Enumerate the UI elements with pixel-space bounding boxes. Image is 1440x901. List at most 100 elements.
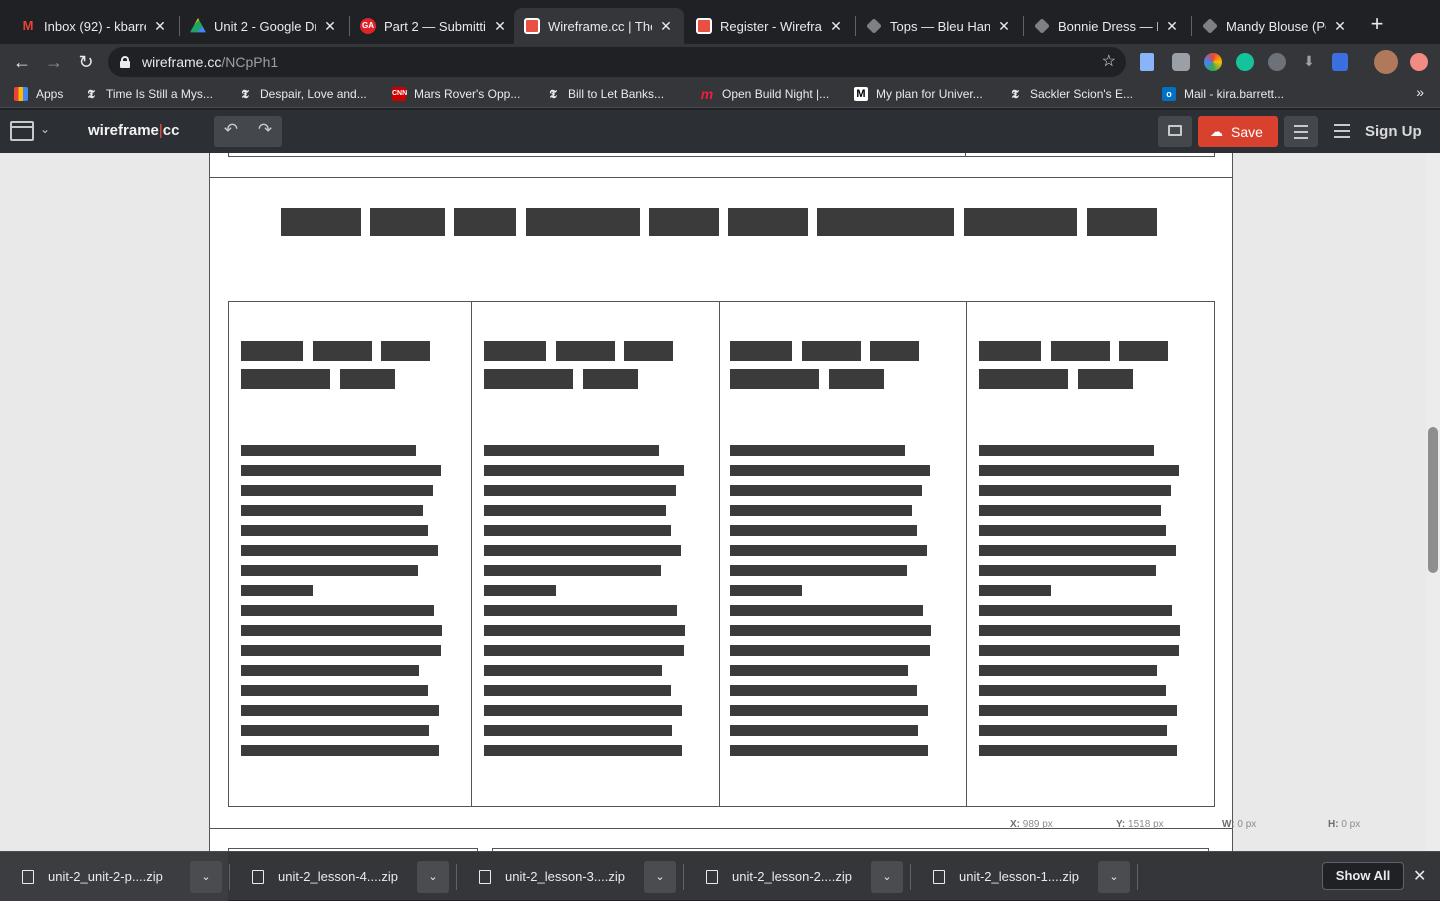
chevron-down-icon[interactable]: ⌄ xyxy=(644,861,676,893)
nav-block[interactable] xyxy=(370,208,445,236)
text-line xyxy=(484,625,685,636)
bookmark-label: Open Build Night |... xyxy=(722,87,830,101)
bookmark-apps[interactable]: Apps xyxy=(14,85,63,103)
redo-icon[interactable]: ↷ xyxy=(250,120,280,140)
text-line xyxy=(730,545,927,556)
tab-gmail[interactable]: M Inbox (92) - kbarre ✕ xyxy=(10,8,178,44)
close-tab-icon[interactable]: ✕ xyxy=(658,18,674,35)
tab-mandy-blouse[interactable]: Mandy Blouse (Pe ✕ xyxy=(1192,8,1358,44)
update-icon[interactable] xyxy=(1410,53,1428,71)
wireframe-app-header: ⌄ wireframe|cc ↶ ↷ ☁ Save Sign Up xyxy=(0,110,1440,153)
nyt-icon: 𝕿 xyxy=(1011,87,1019,101)
text-line xyxy=(979,465,1179,476)
color-picker-extension-icon[interactable] xyxy=(1204,53,1222,71)
close-icon[interactable]: ✕ xyxy=(1413,866,1426,886)
heading-block xyxy=(730,369,819,389)
bookmark-item[interactable]: 𝕿 Bill to Let Banks... xyxy=(546,85,664,103)
nav-block[interactable] xyxy=(964,208,1077,236)
wireframe-page[interactable] xyxy=(209,153,1233,851)
tab-tops[interactable]: Tops — Bleu Hang ✕ xyxy=(856,8,1022,44)
bookmark-item[interactable]: m Open Build Night |... xyxy=(700,85,829,103)
nav-block[interactable] xyxy=(1087,208,1157,236)
download-item[interactable]: unit-2_lesson-2....zip ⌄ xyxy=(684,852,910,901)
bookmark-item[interactable]: 𝕿 Time Is Still a Mys... xyxy=(84,85,213,103)
close-tab-icon[interactable]: ✕ xyxy=(996,18,1012,35)
nav-block[interactable] xyxy=(281,208,361,236)
tab-title: Part 2 — Submittin xyxy=(384,18,486,34)
browser-window-icon[interactable] xyxy=(10,121,34,141)
reload-button[interactable]: ↻ xyxy=(74,50,98,74)
chevron-down-icon[interactable]: ⌄ xyxy=(40,122,50,136)
cube-icon xyxy=(866,18,882,34)
bookmark-item[interactable]: M My plan for Univer... xyxy=(854,85,983,103)
bookmark-label: Mail - kira.barrett... xyxy=(1184,87,1285,101)
text-line xyxy=(241,625,442,636)
close-tab-icon[interactable]: ✕ xyxy=(828,18,844,35)
address-bar[interactable]: wireframe.cc/NCpPh1 ☆ xyxy=(108,47,1126,77)
lock-icon xyxy=(120,56,130,68)
back-button[interactable]: ← xyxy=(10,50,34,74)
text-line xyxy=(979,605,1172,616)
text-line xyxy=(979,505,1161,516)
tab-title: Register - Wirefran xyxy=(720,18,822,34)
placeholder-box[interactable] xyxy=(966,153,1215,157)
chevron-down-icon[interactable]: ⌄ xyxy=(417,861,449,893)
sign-up-link[interactable]: Sign Up xyxy=(1365,123,1422,140)
wireframe-logo[interactable]: wireframe|cc xyxy=(88,122,179,139)
bookmark-star-icon[interactable]: ☆ xyxy=(1102,51,1116,71)
bookmark-item[interactable]: 𝕿 Despair, Love and... xyxy=(238,85,367,103)
bookmark-item[interactable]: CNN Mars Rover's Opp... xyxy=(392,85,520,103)
download-item[interactable]: unit-2_lesson-1....zip ⌄ xyxy=(911,852,1137,901)
text-line xyxy=(730,585,802,596)
text-line xyxy=(484,465,684,476)
more-bookmarks-icon[interactable]: » xyxy=(1416,84,1424,100)
tab-part-2[interactable]: GA Part 2 — Submittin ✕ xyxy=(350,8,518,44)
bookmark-item[interactable]: 𝕿 Sackler Scion's E... xyxy=(1008,85,1133,103)
download-filename: unit-2_lesson-4....zip xyxy=(278,869,398,884)
adjust-settings-icon[interactable] xyxy=(1284,116,1318,147)
scrollbar-thumb[interactable] xyxy=(1428,427,1438,573)
grammarly-icon[interactable] xyxy=(1236,53,1254,71)
new-tab-button[interactable]: + xyxy=(1366,12,1388,36)
chevron-down-icon[interactable]: ⌄ xyxy=(871,861,903,893)
undo-icon[interactable]: ↶ xyxy=(216,120,246,140)
tab-google-drive[interactable]: Unit 2 - Google Dr ✕ xyxy=(180,8,348,44)
nav-block[interactable] xyxy=(728,208,808,236)
placeholder-box[interactable] xyxy=(228,153,966,157)
nav-block[interactable] xyxy=(649,208,719,236)
forward-button[interactable]: → xyxy=(42,50,66,74)
chevron-down-icon[interactable]: ⌄ xyxy=(1098,861,1130,893)
download-item[interactable]: unit-2_lesson-3....zip ⌄ xyxy=(457,852,683,901)
wireframe-canvas[interactable]: X: 989 px Y: 1518 px W: 0 px H: 0 px xyxy=(0,153,1440,851)
nav-block[interactable] xyxy=(526,208,640,236)
save-button[interactable]: ☁ Save xyxy=(1198,116,1278,147)
medium-icon: M xyxy=(854,87,868,101)
tab-wireframe-active[interactable]: Wireframe.cc | The ✕ xyxy=(514,8,684,44)
bookmark-item[interactable]: o Mail - kira.barrett... xyxy=(1162,85,1284,103)
owl-extension-icon[interactable] xyxy=(1268,53,1286,71)
file-icon xyxy=(22,869,34,884)
close-tab-icon[interactable]: ✕ xyxy=(1164,18,1180,35)
close-tab-icon[interactable]: ✕ xyxy=(492,18,508,35)
hamburger-menu-icon[interactable] xyxy=(1334,124,1350,138)
download-extension-icon[interactable]: ⬇ xyxy=(1300,53,1318,71)
profile-avatar[interactable] xyxy=(1374,50,1398,74)
bookmark-label: Despair, Love and... xyxy=(260,87,367,101)
close-tab-icon[interactable]: ✕ xyxy=(322,18,338,35)
download-item[interactable]: unit-2_lesson-4....zip ⌄ xyxy=(230,852,456,901)
chevron-down-icon[interactable]: ⌄ xyxy=(190,861,222,893)
close-tab-icon[interactable]: ✕ xyxy=(1332,18,1348,35)
docs-extension-icon[interactable] xyxy=(1140,53,1154,71)
close-tab-icon[interactable]: ✕ xyxy=(152,18,168,35)
tab-register[interactable]: Register - Wirefran ✕ xyxy=(686,8,854,44)
file-icon xyxy=(252,869,264,884)
text-line xyxy=(730,685,917,696)
extension-icon[interactable] xyxy=(1172,53,1190,71)
nav-block[interactable] xyxy=(454,208,516,236)
comment-icon[interactable] xyxy=(1158,116,1192,147)
show-all-button[interactable]: Show All xyxy=(1322,862,1404,890)
tab-bonnie-dress[interactable]: Bonnie Dress — Bl ✕ xyxy=(1024,8,1190,44)
download-item[interactable]: unit-2_unit-2-p....zip ⌄ xyxy=(0,852,228,901)
bitwarden-icon[interactable] xyxy=(1332,53,1348,71)
nav-block[interactable] xyxy=(817,208,954,236)
